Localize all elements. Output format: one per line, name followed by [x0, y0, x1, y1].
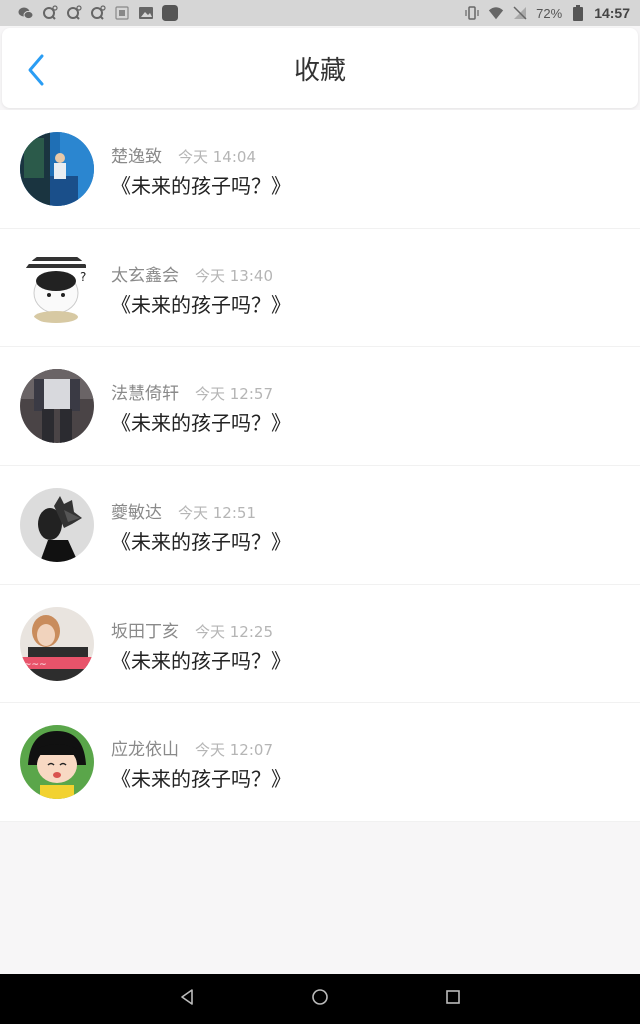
item-timestamp: 今天 12:25: [195, 622, 273, 641]
list-item[interactable]: 法慧倚轩 今天 12:57 《未来的孩子吗？》: [0, 347, 640, 467]
item-meta: 夔敏达 今天 12:51: [111, 498, 256, 523]
nav-recents-button[interactable]: [433, 979, 473, 1019]
search-q-icon: [66, 5, 82, 21]
search-q-icon: [90, 5, 106, 21]
item-title: 《未来的孩子吗？》: [111, 530, 291, 555]
item-timestamp: 今天 13:40: [195, 266, 273, 285]
avatar[interactable]: ~~~: [20, 606, 94, 681]
system-nav-bar: [0, 974, 640, 1024]
item-author: 坂田丁亥: [111, 621, 179, 642]
list-item[interactable]: 楚逸致 今天 14:04 《未来的孩子吗？》: [0, 110, 640, 229]
recents-square-icon: [445, 989, 461, 1009]
item-author: 太玄鑫会: [111, 265, 179, 286]
item-title: 《未来的孩子吗？》: [111, 767, 291, 792]
home-circle-icon: [311, 988, 329, 1010]
status-right: 72% 14:57: [464, 5, 630, 21]
list-item[interactable]: ~~~ 坂田丁亥 今天 12:25 《未来的孩子吗？》: [0, 585, 640, 704]
vibrate-icon: [464, 5, 480, 21]
item-title: 《未来的孩子吗？》: [111, 292, 291, 317]
item-meta: 应龙依山 今天 12:07: [111, 735, 273, 760]
item-title: 《未来的孩子吗？》: [111, 411, 291, 436]
item-author: 法慧倚轩: [111, 384, 179, 405]
no-sim-icon: [512, 5, 528, 21]
avatar[interactable]: [20, 369, 94, 444]
item-meta: 坂田丁亥 今天 12:25: [111, 617, 273, 642]
item-author: 应龙依山: [111, 740, 179, 761]
item-title: 《未来的孩子吗？》: [111, 648, 291, 673]
nav-back-button[interactable]: [167, 979, 207, 1019]
page-title: 收藏: [293, 55, 346, 86]
app-icon: [162, 5, 178, 21]
svg-text:?: ?: [80, 270, 86, 284]
header: 收藏: [2, 28, 638, 108]
avatar[interactable]: [20, 725, 94, 800]
favorites-list: 楚逸致 今天 14:04 《未来的孩子吗？》 ? 太玄鑫会 今天 13:40 《…: [0, 110, 640, 823]
image-icon: [138, 5, 154, 21]
search-q-icon: [42, 5, 58, 21]
battery-percent: 72%: [536, 5, 563, 21]
item-timestamp: 今天 12:51: [178, 504, 256, 523]
back-button[interactable]: [22, 54, 50, 90]
svg-text:~~~: ~~~: [24, 660, 47, 670]
wifi-icon: [488, 5, 504, 21]
sim-icon: [114, 5, 130, 21]
list-item[interactable]: 夔敏达 今天 12:51 《未来的孩子吗？》: [0, 466, 640, 585]
status-left: [18, 5, 178, 21]
item-meta: 楚逸致 今天 14:04: [111, 142, 256, 167]
item-author: 楚逸致: [111, 147, 162, 167]
list-item[interactable]: ? 太玄鑫会 今天 13:40 《未来的孩子吗？》: [0, 229, 640, 348]
item-title: 《未来的孩子吗？》: [111, 174, 291, 198]
list-item[interactable]: 应龙依山 今天 12:07 《未来的孩子吗？》: [0, 703, 640, 823]
avatar[interactable]: [20, 132, 94, 206]
item-meta: 太玄鑫会 今天 13:40: [111, 261, 273, 286]
item-meta: 法慧倚轩 今天 12:57: [111, 379, 273, 404]
item-timestamp: 今天 12:07: [195, 741, 273, 760]
item-timestamp: 今天 12:57: [195, 385, 273, 404]
status-bar: 72% 14:57: [0, 0, 640, 26]
back-triangle-icon: [178, 988, 196, 1010]
nav-home-button[interactable]: [300, 979, 340, 1019]
wechat-icon: [18, 5, 34, 21]
avatar[interactable]: [20, 488, 94, 563]
item-timestamp: 今天 14:04: [178, 148, 256, 166]
clock: 14:57: [594, 5, 630, 21]
item-author: 夔敏达: [111, 503, 162, 524]
battery-icon: [570, 5, 586, 21]
avatar[interactable]: ?: [20, 250, 94, 325]
chevron-left-icon: [26, 53, 46, 91]
